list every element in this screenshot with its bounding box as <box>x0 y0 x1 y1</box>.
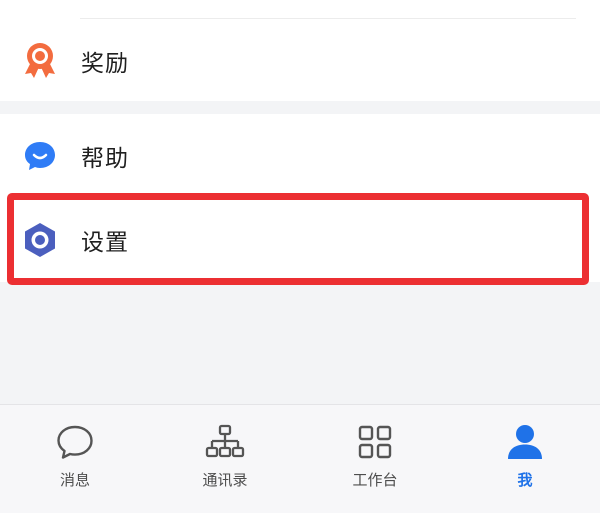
menu-item-label: 帮助 <box>81 146 129 172</box>
menu-card-middle: 帮助 设置 <box>0 114 600 282</box>
message-bubble-icon <box>55 422 95 462</box>
tab-messages[interactable]: 消息 <box>0 405 150 513</box>
tab-workbench[interactable]: 工作台 <box>300 405 450 513</box>
tab-label: 通讯录 <box>202 471 248 489</box>
org-chart-icon <box>205 422 245 462</box>
grid-apps-icon <box>355 422 395 462</box>
menu-item-label: 设置 <box>81 230 129 256</box>
tab-me[interactable]: 我 <box>450 405 600 513</box>
bottom-tab-bar: 消息 通讯录 工作台 我 <box>0 404 600 513</box>
tab-label: 我 <box>517 471 533 489</box>
hexagon-gear-icon <box>22 222 58 258</box>
menu-item-help[interactable]: 帮助 <box>0 114 600 198</box>
tab-contacts[interactable]: 通讯录 <box>150 405 300 513</box>
tab-label: 消息 <box>59 471 90 489</box>
person-icon <box>505 422 545 462</box>
chat-bubble-smile-icon <box>22 138 58 174</box>
menu-item-label: 奖励 <box>81 51 129 77</box>
menu-item-settings[interactable]: 设置 <box>0 198 600 282</box>
menu-card-top: 奖励 <box>0 0 600 101</box>
tab-label: 工作台 <box>352 471 398 489</box>
menu-item-reward[interactable]: 奖励 <box>0 19 600 103</box>
award-medal-icon <box>22 43 58 79</box>
